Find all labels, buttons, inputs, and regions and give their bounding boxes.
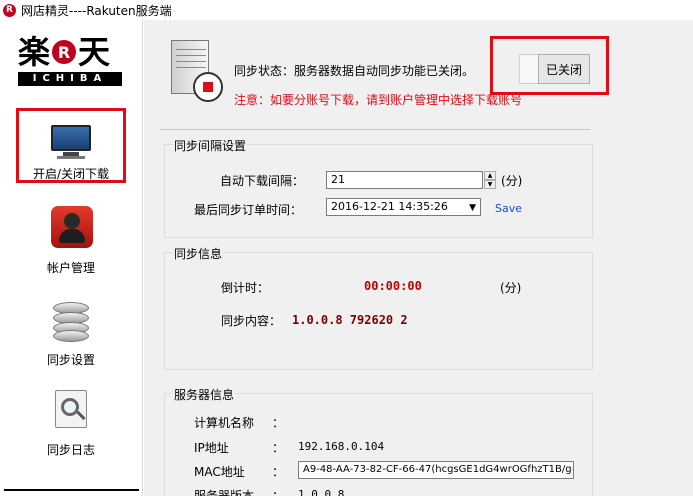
database-icon: [49, 298, 93, 342]
monitor-icon: [49, 119, 93, 163]
account-icon: [49, 206, 93, 250]
sidebar-item-sync-log[interactable]: 同步日志: [16, 388, 126, 458]
auto-interval-unit: (分): [501, 174, 523, 188]
computer-name-colon: ：: [272, 416, 285, 430]
mac-value-field[interactable]: A9-48-AA-73-82-CF-66-47(hcgsGE1dG4wrOGfh…: [298, 461, 574, 479]
sidebar-item-label: 开启/关闭下载: [32, 167, 110, 181]
sync-content-value: 1.0.0.8 792620 2: [292, 313, 408, 327]
sync-toggle-highlight: 已关闭: [490, 36, 609, 95]
sidebar-item-account-manage[interactable]: 帐户管理: [16, 206, 126, 276]
sync-info-group: 同步信息 倒计时： 00:00:00 (分) 同步内容： 1.0.0.8 792…: [164, 245, 593, 370]
countdown-unit: (分): [500, 281, 522, 295]
sidebar-item-sync-settings[interactable]: 同步设置: [16, 298, 126, 368]
auto-interval-input[interactable]: 21: [326, 171, 483, 189]
server-stopped-icon: [171, 40, 231, 102]
ip-colon: ：: [272, 441, 285, 455]
sync-content-label: 同步内容：: [221, 314, 282, 328]
sync-notice-text: 注意：如要分账号下载，请到账户管理中选择下载账号: [234, 93, 523, 107]
interval-settings-group: 同步间隔设置 自动下载间隔： 21 ▲ ▼ (分) 最后同步订单时间： 2016…: [164, 137, 593, 238]
group-title: 同步信息: [173, 245, 224, 262]
sidebar-divider: [4, 489, 139, 491]
stepper-down-icon[interactable]: ▼: [484, 180, 496, 189]
title-bar: R 网店精灵----Rakuten服务端: [0, 0, 693, 20]
app-icon: R: [3, 3, 16, 17]
computer-name-label: 计算机名称: [194, 416, 255, 430]
log-search-icon: [49, 388, 93, 432]
toggle-track: [519, 54, 539, 84]
server-version-value: 1.0.0.8: [298, 488, 345, 496]
countdown-value: 00:00:00: [364, 279, 422, 293]
dropdown-arrow-icon: ▼: [469, 203, 476, 213]
sidebar-item-label: 同步设置: [46, 353, 95, 367]
group-title: 服务器信息: [173, 386, 236, 403]
sync-toggle-button[interactable]: 已关闭: [538, 54, 590, 84]
save-link[interactable]: Save: [495, 202, 522, 215]
group-title: 同步间隔设置: [173, 137, 248, 154]
sidebar-item-label: 同步日志: [46, 443, 95, 457]
server-version-colon: ：: [272, 489, 285, 496]
mac-colon: ：: [272, 465, 285, 479]
countdown-label: 倒计时：: [221, 281, 270, 295]
last-sync-datetime-picker[interactable]: 2016-12-21 14:35:26 ▼: [326, 198, 481, 216]
ip-value: 192.168.0.104: [298, 440, 385, 453]
sync-status-text: 同步状态：服务器数据自动同步功能已关闭。: [234, 64, 475, 78]
server-info-group: 服务器信息 计算机名称 ： IP地址 ： 192.168.0.104 MAC地址…: [164, 386, 593, 496]
last-sync-label: 最后同步订单时间：: [194, 203, 303, 217]
sidebar-item-download-toggle[interactable]: 开启/关闭下载: [16, 108, 126, 183]
auto-interval-stepper[interactable]: ▲ ▼: [484, 171, 496, 189]
sidebar-item-label: 帐户管理: [46, 261, 95, 275]
header-divider: [160, 129, 590, 130]
ip-label: IP地址: [194, 441, 229, 455]
mac-label: MAC地址: [194, 465, 245, 479]
server-version-label: 服务器版本: [194, 489, 255, 496]
window-title: 网店精灵----Rakuten服务端: [21, 3, 172, 18]
auto-interval-label: 自动下载间隔：: [220, 174, 305, 188]
stepper-up-icon[interactable]: ▲: [484, 171, 496, 180]
main-panel: 同步状态：服务器数据自动同步功能已关闭。 注意：如要分账号下载，请到账户管理中选…: [144, 20, 693, 496]
rakuten-logo: 楽 R 天 ICHIBA: [18, 34, 122, 94]
sidebar: 楽 R 天 ICHIBA 开启/关闭下载 帐户管理 同步设置 同步日志: [0, 20, 143, 496]
